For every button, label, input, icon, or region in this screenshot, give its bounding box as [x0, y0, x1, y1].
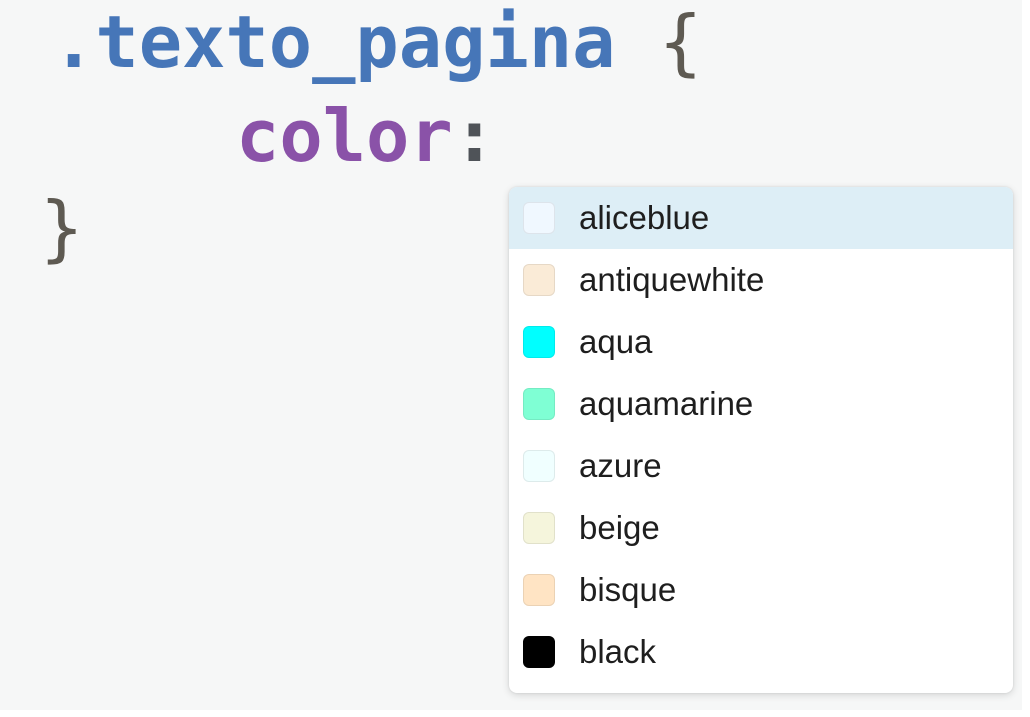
autocomplete-item-label: azure	[579, 447, 662, 484]
autocomplete-item-beige[interactable]: beige	[509, 497, 1013, 559]
autocomplete-item-aliceblue[interactable]: aliceblue	[509, 187, 1013, 249]
color-swatch-icon	[523, 388, 555, 420]
color-swatch-icon	[523, 264, 555, 296]
autocomplete-item-azure[interactable]: azure	[509, 435, 1013, 497]
autocomplete-item-label: aqua	[579, 323, 653, 360]
color-swatch-icon	[523, 574, 555, 606]
code-line-2: color:	[236, 100, 496, 172]
color-swatch-icon	[523, 202, 555, 234]
color-swatch-icon	[523, 512, 555, 544]
code-line-1: .texto_pagina {	[52, 6, 702, 78]
autocomplete-item-aqua[interactable]: aqua	[509, 311, 1013, 373]
color-swatch-icon	[523, 326, 555, 358]
autocomplete-item-black[interactable]: black	[509, 621, 1013, 683]
autocomplete-item-label: aquamarine	[579, 385, 754, 422]
css-selector: .texto_pagina	[52, 0, 616, 84]
close-brace: }	[40, 186, 84, 270]
autocomplete-item-label: beige	[579, 509, 660, 546]
autocomplete-item-label: bisque	[579, 571, 677, 608]
colon: :	[452, 94, 497, 178]
color-swatch-icon	[523, 450, 555, 482]
autocomplete-item-antiquewhite[interactable]: antiquewhite	[509, 249, 1013, 311]
code-line-3: }	[40, 192, 83, 264]
css-property: color	[236, 94, 453, 178]
autocomplete-item-label: aliceblue	[579, 199, 710, 236]
autocomplete-item-label: antiquewhite	[579, 261, 765, 298]
autocomplete-dropdown[interactable]: aliceblue antiquewhite aqua aquamarine a…	[509, 187, 1013, 693]
open-brace: {	[658, 0, 703, 84]
autocomplete-item-aquamarine[interactable]: aquamarine	[509, 373, 1013, 435]
autocomplete-item-bisque[interactable]: bisque	[509, 559, 1013, 621]
autocomplete-item-label: black	[579, 633, 657, 670]
color-swatch-icon	[523, 636, 555, 668]
